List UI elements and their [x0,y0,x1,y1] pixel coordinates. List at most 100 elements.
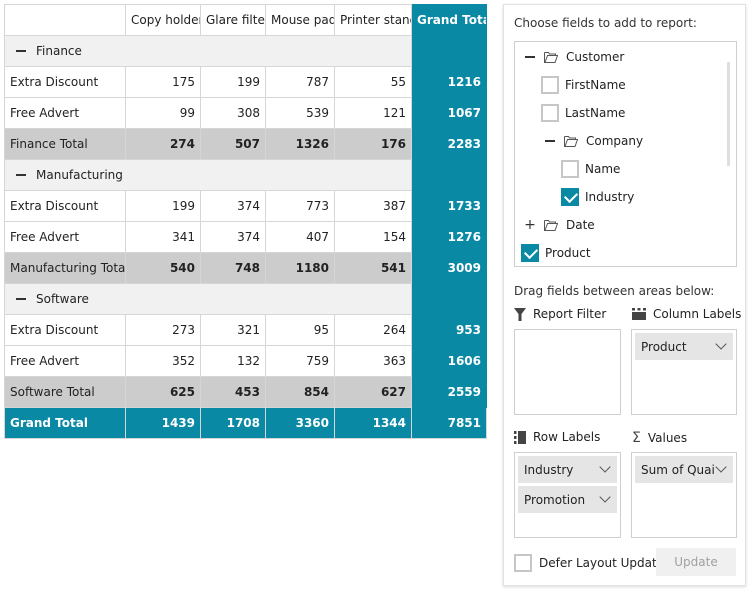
chip-label: Promotion [524,492,586,507]
value-cell: 274 [125,128,201,160]
report-filter-area[interactable] [514,329,621,415]
tree-item-firstname[interactable]: FirstName [541,73,626,97]
grand-total-row: Grand Total 1439 1708 3360 1344 7851 [4,407,487,439]
firstname-checkbox[interactable] [541,76,559,94]
group-label: Manufacturing [36,168,123,182]
value-cell: 374 [200,190,266,222]
product-checkbox[interactable] [521,244,539,262]
tree-item-industry[interactable]: Industry [561,185,634,209]
field-chip-promotion[interactable]: Promotion [518,486,617,513]
tree-item-label: LastName [565,106,626,120]
chip-label: Product [641,339,687,354]
row-label: Free Advert [4,345,126,377]
collapse-icon[interactable] [16,297,26,300]
filter-icon [514,307,526,321]
tree-item-label: FirstName [565,78,626,92]
group-label: Finance [36,44,82,58]
chevron-down-icon[interactable] [715,338,727,350]
defer-layout-checkbox[interactable] [514,554,532,572]
collapse-icon[interactable] [544,135,556,147]
grand-total-cell [411,159,487,191]
chip-label: Industry [524,462,574,477]
subtotal-label: Finance Total [4,128,126,160]
value-cell: 121 [334,97,412,129]
expand-icon[interactable]: + [524,218,536,232]
tree-item-product[interactable]: Product [521,241,591,265]
table-row: Free Advert 352 132 759 363 1606 [4,345,487,377]
group-header-row: Manufacturing [4,159,487,191]
collapse-icon[interactable] [16,173,26,176]
values-label: Values [647,431,688,445]
value-cell: 787 [265,66,335,98]
tree-item-date[interactable]: + Date [524,213,595,237]
row-label: Extra Discount [4,314,126,346]
grand-total-cell: 3009 [411,252,487,284]
group-header-software[interactable]: Software [4,283,412,315]
grand-total-cell: 1276 [411,221,487,253]
column-header-copy-holder[interactable]: Copy holder [125,4,201,36]
collapse-icon[interactable] [524,51,536,63]
field-chip-product[interactable]: Product [635,333,733,360]
tree-scrollbar[interactable] [727,62,730,166]
folder-icon [564,135,578,147]
group-header-finance[interactable]: Finance [4,35,412,67]
column-header-glare-filter[interactable]: Glare filter [200,4,266,36]
value-cell: 363 [334,345,412,377]
row-label: Free Advert [4,97,126,129]
subtotal-label: Manufacturing Total [4,252,126,284]
chevron-down-icon[interactable] [715,461,727,473]
tree-item-label: Industry [585,190,635,204]
column-labels-label: Column Labels [653,307,742,321]
grand-total-value: 1708 [200,407,266,439]
industry-checkbox[interactable] [561,188,579,206]
tree-item-label: Name [585,162,621,176]
column-labels-header: Column Labels [632,307,741,321]
value-cell: 627 [334,376,412,408]
name-checkbox[interactable] [561,160,579,178]
chevron-down-icon[interactable] [599,461,611,473]
field-chip-sum-of-quantity[interactable]: Sum of Quai [635,456,733,483]
grand-total-value: 7851 [411,407,487,439]
value-cell: 176 [334,128,412,160]
value-cell: 341 [125,221,201,253]
value-cell: 507 [200,128,266,160]
defer-layout-update[interactable]: Defer Layout Update [514,554,664,572]
tree-item-label: Company [586,134,644,148]
group-header-row: Finance [4,35,487,67]
group-header-manufacturing[interactable]: Manufacturing [4,159,412,191]
pivot-grid: Copy holder Glare filter Mouse pad Print… [4,4,487,439]
field-list-title: Choose fields to add to report: [514,16,697,30]
grand-total-label: Grand Total [4,407,126,439]
value-cell: 264 [334,314,412,346]
value-cell: 407 [265,221,335,253]
chevron-down-icon[interactable] [599,491,611,503]
values-area[interactable]: Sum of Quai [631,452,737,538]
tree-item-lastname[interactable]: LastName [541,101,625,125]
row-labels-area[interactable]: Industry Promotion [514,452,621,538]
value-cell: 154 [334,221,412,253]
column-header-printer-stand[interactable]: Printer stand [334,4,412,36]
grand-total-cell [411,35,487,67]
value-cell: 1180 [265,252,335,284]
grand-total-value: 1344 [334,407,412,439]
column-labels-area[interactable]: Product [631,329,737,415]
lastname-checkbox[interactable] [541,104,559,122]
value-cell: 99 [125,97,201,129]
tree-item-customer[interactable]: Customer [524,45,624,69]
value-cell: 199 [200,66,266,98]
update-button[interactable]: Update [656,548,736,576]
column-header-mouse-pad[interactable]: Mouse pad [265,4,335,36]
tree-item-name[interactable]: Name [561,157,620,181]
value-cell: 759 [265,345,335,377]
group-header-row: Software [4,283,487,315]
column-labels-icon [632,308,646,320]
subtotal-row: Finance Total 274 507 1326 176 2283 [4,128,487,160]
folder-icon [544,51,558,63]
field-chip-industry[interactable]: Industry [518,456,617,483]
value-cell: 132 [200,345,266,377]
tree-item-company[interactable]: Company [544,129,643,153]
value-cell: 273 [125,314,201,346]
collapse-icon[interactable] [16,49,26,52]
value-cell: 352 [125,345,201,377]
grand-total-cell [411,283,487,315]
